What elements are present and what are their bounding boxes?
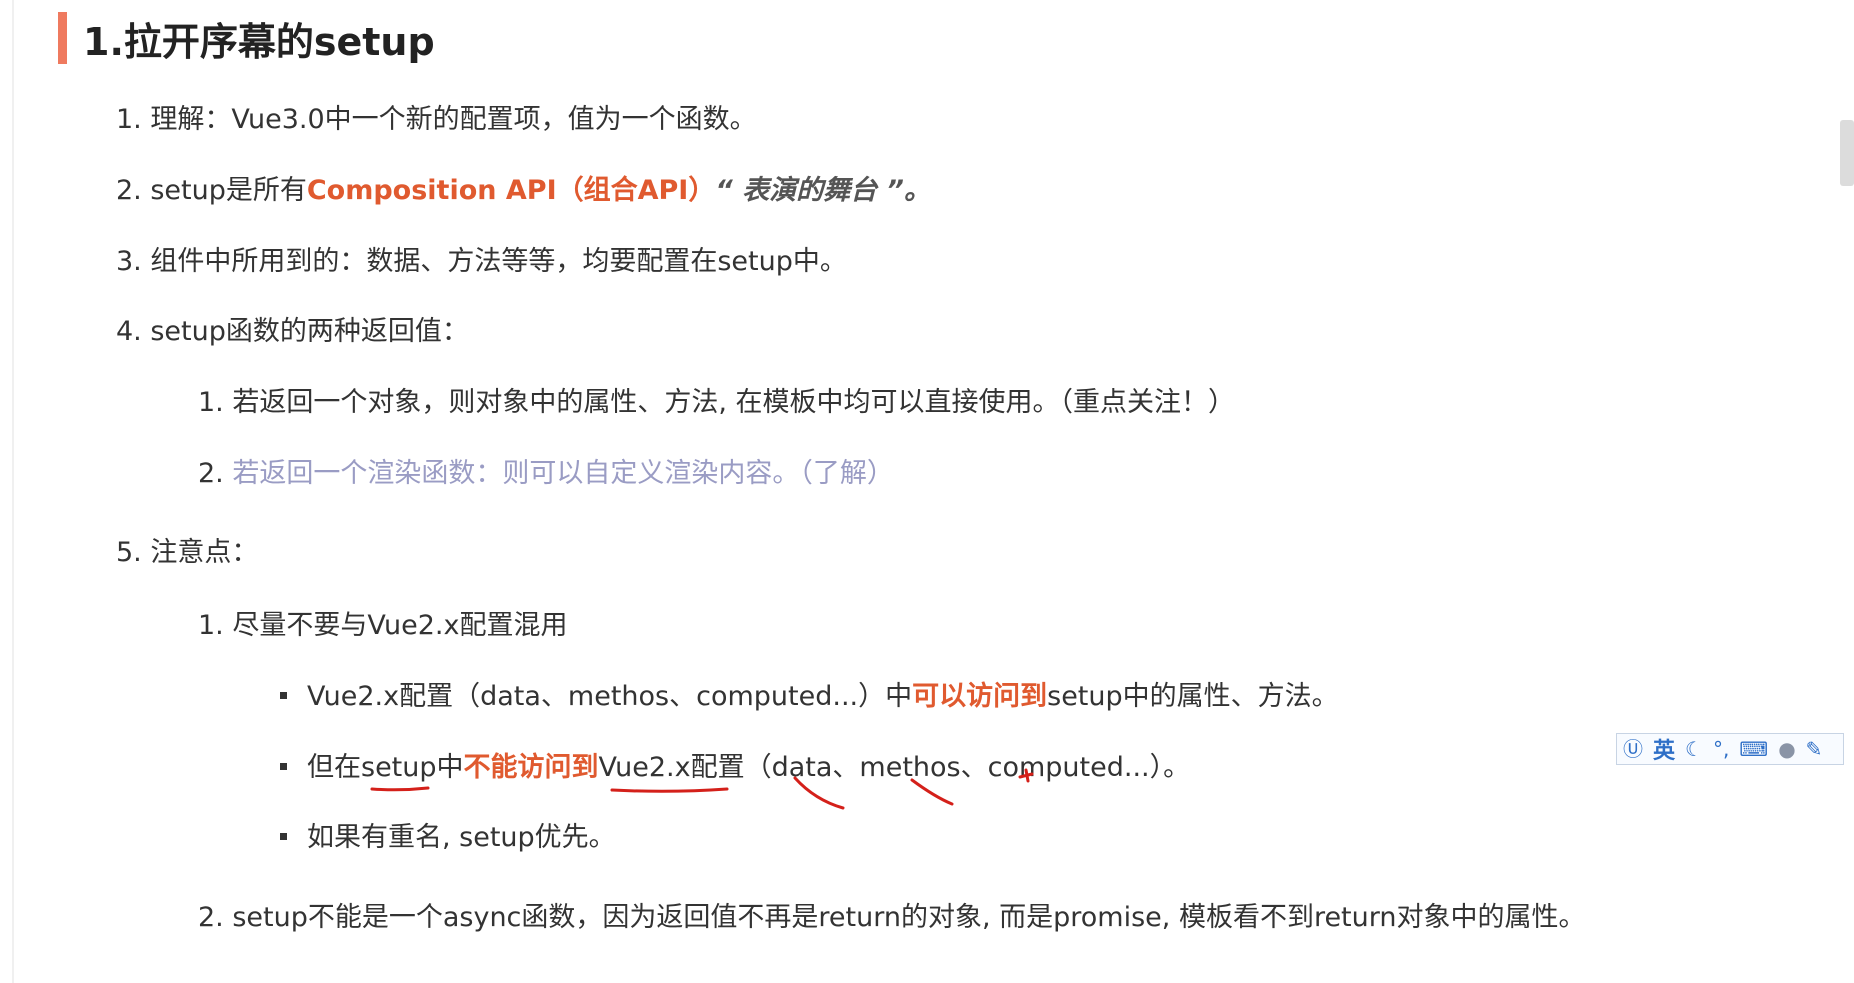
list-number: 5. — [116, 537, 151, 568]
bullet-item-2: 但在setup中不能访问到Vue2.x配置（data、methos、comput… — [280, 750, 1190, 786]
list-item-4-2: 2. 若返回一个渲染函数：则可以自定义渲染内容。（了解） — [198, 456, 894, 492]
list-text: 组件中所用到的：数据、方法等等，均要配置在setup中。 — [150, 246, 847, 277]
list-number: 2. — [198, 458, 233, 489]
underline-vue2-config — [610, 787, 729, 793]
bullet-text: setup中的属性、方法。 — [1047, 681, 1339, 712]
list-item-4-1: 1. 若返回一个对象，则对象中的属性、方法, 在模板中均可以直接使用。（重点关注… — [198, 385, 1235, 421]
quote-close: ”。 — [877, 175, 931, 206]
bullet-marker — [280, 833, 287, 840]
list-number: 1. — [116, 104, 151, 135]
punctuation-icon[interactable]: °, — [1713, 737, 1729, 761]
list-text: setup不能是一个async函数，因为返回值不再是return的对象, 而是p… — [232, 902, 1586, 933]
ime-logo-icon[interactable]: Ⓤ — [1623, 737, 1643, 761]
ime-language-toggle[interactable]: 英 — [1653, 733, 1675, 765]
heading-accent-bar — [58, 12, 67, 64]
list-number: 1. — [198, 387, 233, 418]
list-text: 若返回一个对象，则对象中的属性、方法, 在模板中均可以直接使用。（重点关注！） — [232, 387, 1236, 418]
underline-setup — [370, 786, 430, 792]
section-heading: 1.拉开序幕的setup — [58, 12, 435, 64]
list-item-5: 5. 注意点： — [116, 535, 258, 571]
scrollbar-thumb[interactable] — [1840, 120, 1854, 186]
composition-api-highlight: Composition API（组合API） — [306, 175, 716, 206]
list-text: 尽量不要与Vue2.x配置混用 — [232, 610, 568, 641]
list-text: 理解：Vue3.0中一个新的配置项，值为一个函数。 — [150, 104, 757, 135]
list-number: 2. — [198, 902, 233, 933]
left-border — [12, 0, 14, 983]
user-icon[interactable]: ● — [1778, 737, 1795, 761]
list-item-5-1: 1. 尽量不要与Vue2.x配置混用 — [198, 608, 567, 644]
list-text: setup是所有 — [150, 175, 307, 206]
bullet-text: 如果有重名, setup优先。 — [307, 822, 616, 853]
list-item-5-2: 2. setup不能是一个async函数，因为返回值不再是return的对象, … — [198, 900, 1586, 936]
list-number: 2. — [116, 175, 151, 206]
bullet-text: Vue2.x配置（data、methos、computed...）中 — [307, 681, 913, 712]
list-number: 4. — [116, 316, 151, 347]
cannot-access-highlight: 不能访问到 — [463, 752, 599, 783]
moon-icon[interactable]: ☾ — [1685, 737, 1703, 761]
list-text: setup函数的两种返回值： — [150, 316, 469, 347]
bullet-text: Vue2.x配置（data、methos、computed...）。 — [598, 752, 1191, 783]
list-item-4: 4. setup函数的两种返回值： — [116, 314, 469, 350]
list-item-3: 3. 组件中所用到的：数据、方法等等，均要配置在setup中。 — [116, 244, 847, 280]
ime-toolbar[interactable]: Ⓤ 英 ☾ °, ⌨ ● ✎ — [1616, 733, 1844, 765]
can-access-highlight: 可以访问到 — [912, 681, 1048, 712]
wrench-icon[interactable]: ✎ — [1806, 737, 1823, 761]
list-item-1: 1. 理解：Vue3.0中一个新的配置项，值为一个函数。 — [116, 102, 757, 138]
bullet-item-3: 如果有重名, setup优先。 — [280, 820, 616, 856]
list-number: 1. — [198, 610, 233, 641]
list-item-2: 2. setup是所有Composition API（组合API）“ 表演的舞台… — [116, 173, 931, 209]
heading-title: 1.拉开序幕的setup — [83, 19, 435, 64]
stage-emphasis: 表演的舞台 — [742, 175, 878, 206]
list-number: 3. — [116, 246, 151, 277]
bullet-marker — [280, 692, 287, 699]
bullet-text: 但在setup中 — [307, 752, 464, 783]
bullet-marker — [280, 763, 287, 770]
quote-open: “ — [715, 175, 743, 206]
bullet-item-1: Vue2.x配置（data、methos、computed...）中可以访问到s… — [280, 679, 1339, 715]
document-page: 1.拉开序幕的setup 1. 理解：Vue3.0中一个新的配置项，值为一个函数… — [0, 0, 1854, 983]
list-text: 注意点： — [150, 537, 259, 568]
list-text-muted: 若返回一个渲染函数：则可以自定义渲染内容。（了解） — [232, 458, 894, 489]
keyboard-icon[interactable]: ⌨ — [1739, 737, 1768, 761]
